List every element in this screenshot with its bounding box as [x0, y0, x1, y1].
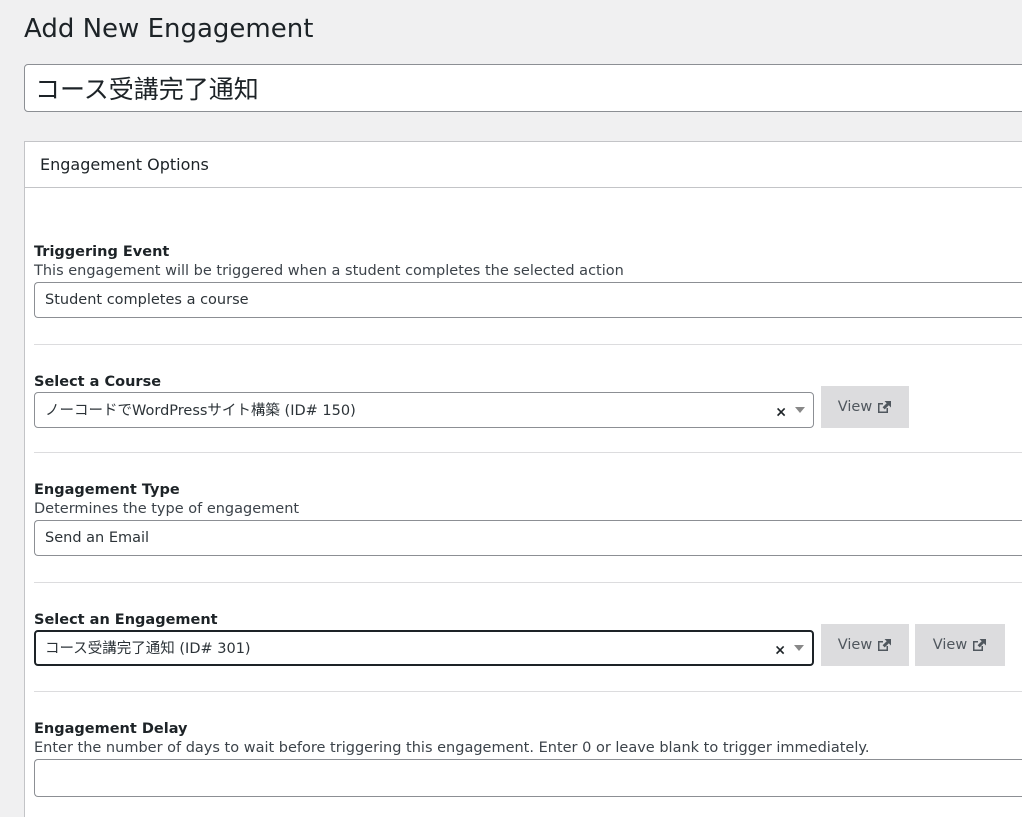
select-course-field: Select a Course ノーコードでWordPressサイト構築 (ID… — [34, 372, 1022, 428]
engagement-type-description: Determines the type of engagement — [34, 501, 300, 517]
external-link-icon — [878, 401, 892, 413]
engagement-delay-input[interactable] — [34, 759, 1022, 797]
engagement-type-select[interactable]: Send an Email — [34, 520, 1022, 556]
clear-icon[interactable]: × — [774, 642, 786, 658]
engagement-delay-field: Engagement Delay Enter the number of day… — [34, 719, 1022, 797]
triggering-event-label: Triggering Event — [34, 244, 170, 260]
clear-icon[interactable]: × — [775, 404, 787, 420]
engagement-select-value: コース受講完了通知 (ID# 301) — [45, 641, 251, 657]
triggering-event-field: Triggering Event This engagement will be… — [34, 242, 1022, 318]
course-select-value: ノーコードでWordPressサイト構築 (ID# 150) — [45, 403, 356, 419]
post-title-input[interactable]: コース受講完了通知 — [24, 64, 1022, 112]
divider — [34, 691, 1022, 692]
view-course-button[interactable]: View — [821, 386, 909, 428]
external-link-icon — [973, 639, 987, 651]
external-link-icon — [878, 639, 892, 651]
view-engagement-alt-button-label: View — [932, 637, 968, 653]
triggering-event-select[interactable]: Student completes a course — [34, 282, 1022, 318]
page-title: Add New Engagement — [24, 14, 314, 44]
engagement-type-label: Engagement Type — [34, 482, 180, 498]
divider — [34, 344, 1022, 345]
engagement-delay-label: Engagement Delay — [34, 721, 188, 737]
engagement-delay-description: Enter the number of days to wait before … — [34, 740, 870, 756]
divider — [34, 582, 1022, 583]
triggering-event-description: This engagement will be triggered when a… — [34, 263, 624, 279]
course-select[interactable]: ノーコードでWordPressサイト構築 (ID# 150) × — [34, 391, 814, 428]
metabox-header[interactable]: Engagement Options — [25, 142, 1022, 188]
metabox-title: Engagement Options — [40, 155, 209, 174]
view-course-button-label: View — [837, 399, 873, 415]
dropdown-arrow-icon[interactable] — [794, 644, 804, 651]
engagement-type-field: Engagement Type Determines the type of e… — [34, 480, 1022, 556]
dropdown-arrow-icon[interactable] — [795, 406, 805, 413]
edit-engagement-page: Add New Engagement コース受講完了通知 Engagement … — [0, 0, 1022, 817]
divider — [34, 452, 1022, 453]
engagement-select[interactable]: コース受講完了通知 (ID# 301) × — [34, 629, 814, 666]
view-engagement-alt-button[interactable]: View — [915, 624, 1005, 666]
select-engagement-field: Select an Engagement コース受講完了通知 (ID# 301)… — [34, 610, 1022, 666]
view-engagement-button[interactable]: View — [821, 624, 909, 666]
view-engagement-button-label: View — [837, 637, 873, 653]
